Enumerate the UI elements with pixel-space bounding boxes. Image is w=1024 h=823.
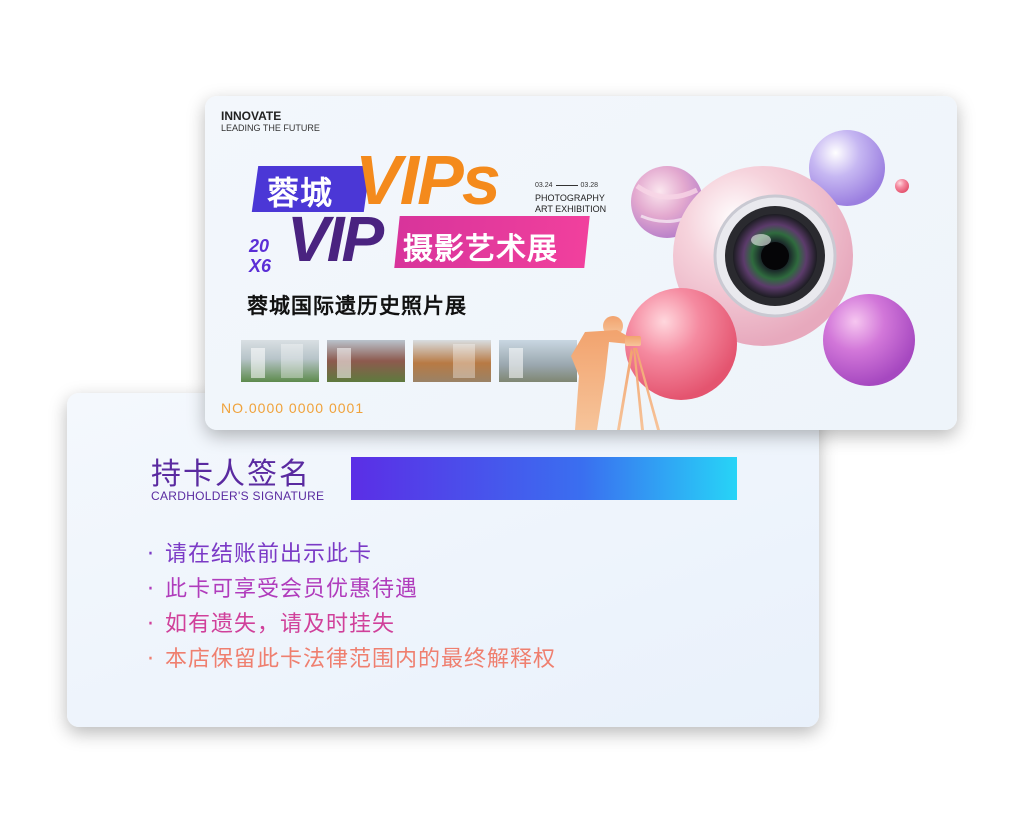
signature-subtitle: CARDHOLDER'S SIGNATURE — [151, 489, 325, 503]
year-top: 20 — [249, 236, 270, 256]
red-sphere — [625, 288, 737, 400]
violet-sphere — [823, 294, 915, 386]
vip-heading: VIP — [287, 203, 384, 275]
rule-item: · 此卡可享受会员优惠待遇 — [147, 577, 419, 602]
exhibition-label: 摄影艺术展 — [403, 232, 558, 267]
front-card: INNOVATE LEADING THE FUTURE 蓉城 VIPs VIP … — [205, 96, 957, 430]
small-sphere — [895, 179, 909, 193]
card-rules-list: · 请在结账前出示此卡 · 此卡可享受会员优惠待遇 · 如有遗失，请及时挂失 · 本店保… — [147, 537, 556, 677]
signature-field[interactable] — [351, 457, 737, 500]
camera-spheres-illustration — [571, 130, 915, 430]
photo-thumbnail — [241, 340, 319, 382]
history-title: 蓉城国际遗历史照片展 — [247, 294, 467, 318]
signature-title: 持卡人签名 — [151, 457, 311, 492]
back-card: 持卡人签名 CARDHOLDER'S SIGNATURE · 请在结账前出示此卡 … — [67, 393, 819, 727]
tagline-leading: LEADING THE FUTURE — [221, 123, 320, 133]
year-bottom: X6 — [249, 256, 272, 276]
photo-thumbnail — [327, 340, 405, 382]
rule-item: · 本店保留此卡法律范围内的最终解释权 — [147, 647, 557, 672]
tagline-innovate: INNOVATE — [221, 109, 282, 123]
rule-item: · 请在结账前出示此卡 — [147, 542, 373, 567]
photo-thumbnail — [413, 340, 491, 382]
rule-item: · 如有遗失，请及时挂失 — [147, 612, 396, 637]
card-number: NO.0000 0000 0001 — [221, 400, 365, 416]
